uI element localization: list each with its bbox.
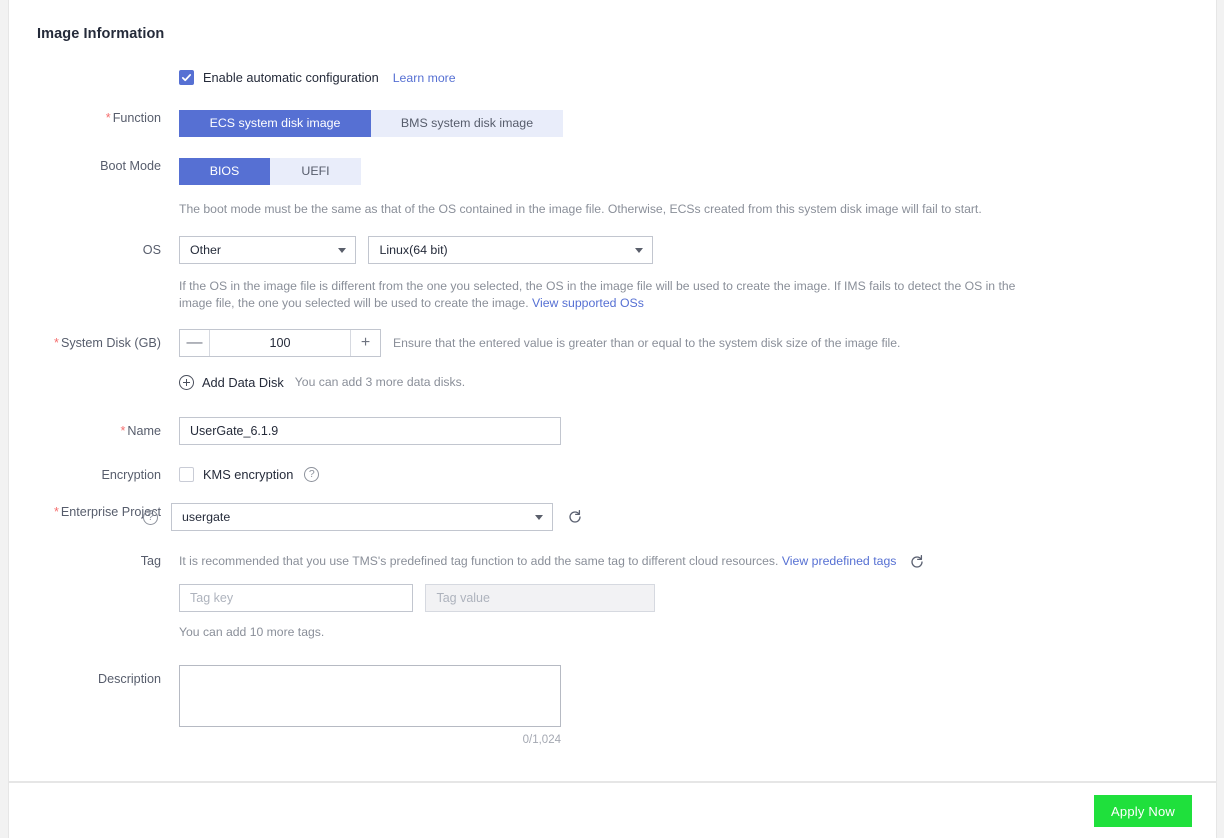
name-field	[179, 417, 1216, 445]
row-enterprise-project: * Enterprise Project ? usergate	[9, 503, 1216, 531]
plus-circle-icon	[179, 375, 194, 390]
system-disk-value[interactable]: 100	[210, 330, 350, 356]
tag-value-input[interactable]	[425, 584, 656, 612]
tag-hint-text: It is recommended that you use TMS's pre…	[179, 554, 779, 568]
auto-config-field: Enable automatic configuration Learn mor…	[179, 70, 1216, 85]
tag-field: It is recommended that you use TMS's pre…	[179, 553, 1216, 641]
boot-mode-option-uefi[interactable]: UEFI	[270, 158, 361, 185]
description-counter: 0/1,024	[522, 734, 561, 746]
os-hint: If the OS in the image file is different…	[179, 278, 1019, 312]
system-disk-stepper: — 100 +	[179, 329, 381, 357]
enterprise-project-value: usergate	[182, 510, 231, 524]
boot-mode-hint: The boot mode must be the same as that o…	[179, 202, 982, 216]
kms-encryption-label: KMS encryption	[203, 467, 294, 482]
refresh-icon[interactable]	[909, 554, 925, 570]
add-data-disk-label: Add Data Disk	[202, 375, 284, 390]
refresh-icon[interactable]	[567, 509, 583, 525]
boot-mode-toggle-group: BIOS UEFI	[179, 158, 361, 185]
footer-action-bar: Apply Now	[8, 782, 1217, 838]
os-version-value: Linux(64 bit)	[379, 243, 448, 257]
add-data-disk-hint: You can add 3 more data disks.	[294, 375, 466, 389]
description-label: Description	[98, 672, 161, 686]
function-label: * Function	[105, 111, 161, 125]
row-add-data-disk: Add Data Disk You can add 3 more data di…	[9, 374, 1216, 391]
function-option-bms[interactable]: BMS system disk image	[371, 110, 563, 137]
row-description: Description 0/1,024	[9, 665, 1216, 746]
system-disk-hint: Ensure that the entered value is greater…	[393, 335, 901, 350]
add-data-disk-button[interactable]: Add Data Disk	[179, 375, 284, 390]
apply-now-button[interactable]: Apply Now	[1094, 795, 1192, 827]
os-version-select[interactable]: Linux(64 bit)	[368, 236, 654, 264]
tag-remaining-hint: You can add 10 more tags.	[179, 625, 325, 639]
description-textarea[interactable]	[179, 665, 561, 727]
chevron-down-icon	[635, 248, 644, 253]
row-function: * Function ECS system disk image BMS syst…	[9, 110, 1216, 137]
os-family-select[interactable]: Other	[179, 236, 356, 264]
required-asterisk: *	[54, 505, 59, 519]
learn-more-link[interactable]: Learn more	[393, 71, 456, 85]
question-mark-icon[interactable]: ?	[143, 509, 158, 525]
enterprise-project-select[interactable]: usergate	[171, 503, 553, 531]
add-data-disk-field: Add Data Disk You can add 3 more data di…	[179, 374, 1216, 391]
system-disk-increment-button[interactable]: +	[350, 330, 380, 356]
page-title: Image Information	[37, 26, 165, 42]
check-icon	[181, 74, 192, 82]
tag-label: Tag	[140, 554, 161, 568]
row-boot-mode: Boot Mode BIOS UEFI The boot mode must b…	[9, 158, 1216, 218]
image-name-input[interactable]	[179, 417, 561, 445]
tag-hint: It is recommended that you use TMS's pre…	[179, 553, 896, 570]
system-disk-label: * System Disk (GB)	[54, 336, 161, 350]
required-asterisk: *	[54, 336, 59, 350]
required-asterisk: *	[120, 424, 126, 438]
enable-auto-config-label: Enable automatic configuration	[203, 70, 379, 85]
os-field: Other Linux(64 bit) If the OS in the ima…	[179, 236, 1216, 312]
tag-key-input[interactable]	[179, 584, 413, 612]
os-label: OS	[142, 243, 161, 257]
enable-auto-config-checkbox[interactable]	[179, 70, 194, 85]
encryption-label: Encryption	[101, 468, 161, 482]
row-auto-config: Enable automatic configuration Learn mor…	[9, 70, 1216, 85]
view-predefined-tags-link[interactable]: View predefined tags	[782, 554, 897, 568]
encryption-field: KMS encryption ?	[179, 467, 1216, 482]
enterprise-project-field: ? usergate	[143, 503, 1216, 531]
os-family-value: Other	[190, 243, 221, 257]
chevron-down-icon	[535, 515, 543, 520]
row-tag: Tag It is recommended that you use TMS's…	[9, 553, 1216, 641]
boot-mode-option-bios[interactable]: BIOS	[179, 158, 270, 185]
boot-mode-field: BIOS UEFI The boot mode must be the same…	[179, 158, 1216, 218]
function-toggle-group: ECS system disk image BMS system disk im…	[179, 110, 563, 137]
question-mark-icon[interactable]: ?	[304, 467, 320, 482]
row-encryption: Encryption KMS encryption ?	[9, 467, 1216, 483]
chevron-down-icon	[338, 248, 346, 253]
image-information-card: Image Information Enable automatic confi…	[8, 0, 1217, 782]
view-supported-os-link[interactable]: View supported OSs	[532, 296, 644, 310]
description-field: 0/1,024	[179, 665, 1216, 746]
row-system-disk: * System Disk (GB) — 100 + Ensure that th…	[9, 329, 1216, 357]
image-creation-page: Image Information Enable automatic confi…	[0, 0, 1224, 838]
kms-encryption-checkbox[interactable]	[179, 467, 194, 482]
row-os: OS Other Linux(64 bit) If the OS in the …	[9, 236, 1216, 312]
system-disk-decrement-button[interactable]: —	[180, 330, 210, 356]
row-name: * Name	[9, 417, 1216, 445]
function-field: ECS system disk image BMS system disk im…	[179, 110, 1216, 137]
function-option-ecs[interactable]: ECS system disk image	[179, 110, 371, 137]
boot-mode-label: Boot Mode	[100, 159, 161, 173]
image-information-form: Enable automatic configuration Learn mor…	[9, 60, 1216, 746]
system-disk-field: — 100 + Ensure that the entered value is…	[179, 329, 1216, 357]
name-label: * Name	[120, 424, 162, 438]
required-asterisk: *	[105, 111, 111, 125]
